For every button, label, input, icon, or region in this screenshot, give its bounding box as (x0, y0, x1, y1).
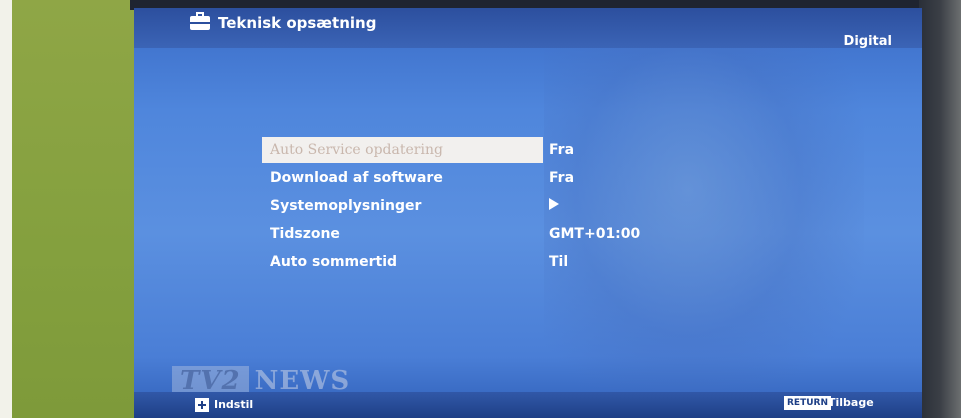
menu-item-label: Systemoplysninger (270, 198, 422, 214)
menu-item-download-software[interactable]: Download af software Fra (262, 164, 682, 192)
menu-item-value (549, 198, 559, 214)
menu-item-value: GMT+01:00 (549, 226, 641, 242)
menu-item-label: Tidszone (270, 226, 340, 242)
footer-hint-back: Tilbage (828, 396, 874, 409)
wall-strip (0, 0, 12, 418)
toolbox-icon (190, 12, 210, 30)
menu-item-value: Til (549, 254, 569, 270)
menu-item-auto-dst[interactable]: Auto sommertid Til (262, 248, 682, 276)
plus-icon (195, 398, 209, 412)
return-button[interactable]: RETURN (784, 396, 831, 410)
menu-item-label: Download af software (270, 170, 443, 186)
wall-background (0, 0, 140, 418)
page-title: Teknisk opsætning (218, 14, 377, 32)
menu-item-auto-service-update[interactable]: Auto Service opdatering Fra (262, 136, 682, 164)
tv-screen: Teknisk opsætning Digital Auto Service o… (134, 8, 922, 418)
menu-item-value: Fra (549, 170, 575, 186)
right-arrow-icon (549, 198, 559, 210)
menu-item-system-info[interactable]: Systemoplysninger (262, 192, 682, 220)
menu-header: Teknisk opsætning Digital (134, 8, 922, 49)
footer-hint-set: Indstil (214, 398, 254, 411)
menu-item-label: Auto Service opdatering (262, 137, 543, 163)
tv-bezel-right (919, 0, 961, 418)
menu-item-value: Fra (549, 142, 575, 158)
settings-menu: Auto Service opdatering Fra Download af … (262, 136, 682, 276)
menu-footer: Indstil RETURN Tilbage (134, 392, 922, 418)
source-indicator: Digital (843, 34, 892, 49)
menu-item-label: Auto sommertid (270, 254, 398, 270)
menu-item-timezone[interactable]: Tidszone GMT+01:00 (262, 220, 682, 248)
